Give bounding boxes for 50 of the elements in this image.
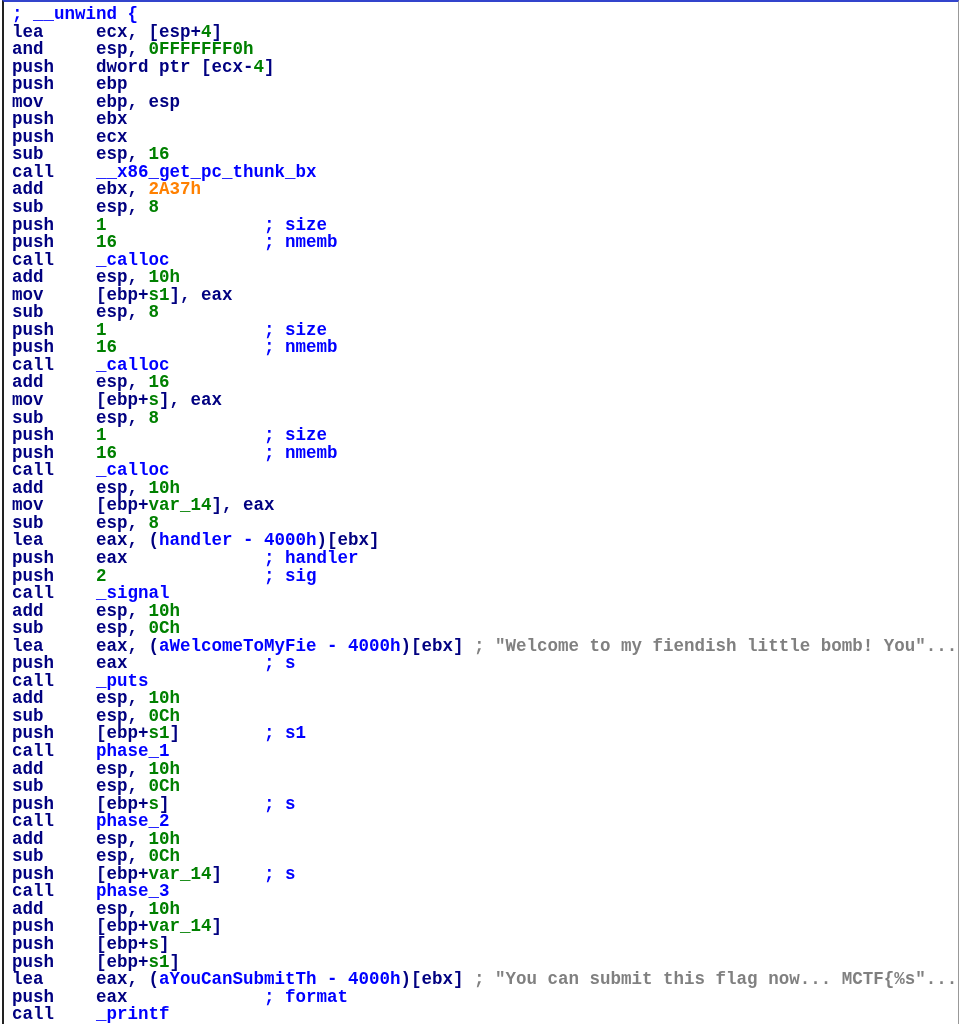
code-comment: ; "Welcome to my fiendish little bomb! You"... bbox=[474, 635, 958, 656]
code-comment: ; "You can submit this flag now... MCTF{%s"... bbox=[474, 969, 958, 990]
instruction-operands: esp, 0FFFFFFF0h bbox=[96, 39, 254, 60]
instruction-mnemonic: push bbox=[12, 337, 54, 358]
instruction-operands: [ebp+s] bbox=[96, 793, 170, 814]
instruction-mnemonic: push bbox=[12, 934, 54, 954]
instruction-operands: [ebp+var_14], eax bbox=[96, 495, 275, 516]
instruction-mnemonic: add bbox=[12, 179, 44, 200]
code-comment: ; format bbox=[264, 986, 349, 1007]
instruction-operands: 1 bbox=[96, 214, 107, 235]
instruction-operands: esp, 16 bbox=[96, 144, 170, 165]
instruction-mnemonic: add bbox=[12, 372, 44, 393]
instruction-operands: [ebp+s], eax bbox=[96, 390, 223, 411]
instruction-mnemonic: push bbox=[12, 425, 54, 446]
instruction-operands: 2 bbox=[96, 565, 107, 586]
instruction-mnemonic: push bbox=[12, 916, 54, 937]
code-comment: ; __unwind { bbox=[12, 4, 139, 24]
instruction-operands: phase_2 bbox=[96, 811, 170, 832]
instruction-operands: [ebp+var_14] bbox=[96, 916, 223, 937]
code-comment: ; s bbox=[264, 863, 296, 884]
instruction-operands: ebx, 2A37h bbox=[96, 179, 202, 200]
instruction-operands: [ebp+s1] bbox=[96, 723, 181, 744]
instruction-operands: _printf bbox=[96, 1004, 170, 1024]
instruction-mnemonic: lea bbox=[12, 21, 44, 42]
instruction-mnemonic: call bbox=[12, 1004, 54, 1024]
code-comment: ; size bbox=[264, 319, 328, 340]
code-comment: ; size bbox=[264, 425, 328, 446]
code-comment: ; s1 bbox=[264, 723, 307, 744]
instruction-operands: eax bbox=[96, 986, 128, 1007]
instruction-operands: ebp bbox=[96, 74, 128, 95]
instruction-operands: esp, 8 bbox=[96, 197, 160, 217]
instruction-mnemonic: push bbox=[12, 565, 54, 586]
instruction-operands: 1 bbox=[96, 319, 107, 340]
instruction-mnemonic: push bbox=[12, 653, 54, 674]
instruction-mnemonic: push bbox=[12, 109, 54, 130]
instruction-operands: _signal bbox=[96, 583, 170, 604]
instruction-operands: [ebp+s] bbox=[96, 934, 170, 954]
instruction-mnemonic: push bbox=[12, 74, 54, 95]
code-comment: ; s bbox=[264, 793, 296, 814]
instruction-mnemonic: push bbox=[12, 723, 54, 744]
instruction-operands: esp, 10h bbox=[96, 267, 181, 288]
instruction-mnemonic: push bbox=[12, 214, 54, 235]
instruction-mnemonic: push bbox=[12, 232, 54, 253]
instruction-mnemonic: push bbox=[12, 951, 54, 972]
instruction-mnemonic: add bbox=[12, 758, 44, 779]
instruction-operands: eax bbox=[96, 547, 128, 568]
instruction-operands: phase_3 bbox=[96, 881, 170, 902]
code-comment: ; size bbox=[264, 214, 328, 235]
instruction-operands: esp, 16 bbox=[96, 372, 170, 393]
instruction-mnemonic: sub bbox=[12, 197, 44, 217]
